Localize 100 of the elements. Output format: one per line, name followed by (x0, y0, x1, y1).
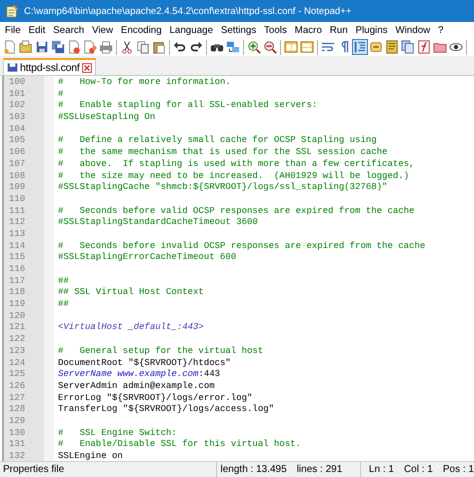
code-line: #SSLStaplingErrorCacheTimeout 600 (58, 252, 236, 264)
menu-item[interactable]: Tools (260, 24, 291, 36)
line-number: 115 (8, 252, 26, 264)
line-number: 123 (8, 346, 26, 358)
line-number: 110 (8, 194, 26, 206)
zoom-in-icon (247, 40, 261, 54)
line-number: 132 (8, 451, 26, 461)
document-map-button[interactable] (384, 39, 400, 55)
line-number: 112 (8, 217, 26, 229)
zoom-out-button[interactable] (262, 39, 278, 55)
undo-icon (173, 40, 187, 54)
menu-item[interactable]: Edit (24, 24, 50, 36)
code-line: # Seconds before invalid OCSP responses are expired from the cache (58, 240, 426, 252)
code-line: #SSLStaplingCache "shmcb:${SRVROOT}/logs/ssl_stapling(32768)" (58, 182, 388, 194)
indent-guide-button[interactable] (352, 39, 368, 55)
sync-vertical-button[interactable] (283, 39, 299, 55)
code-line: # Enable stapling for all SSL-enabled servers: (58, 100, 318, 112)
menu-item[interactable]: Macro (290, 24, 326, 36)
line-number: 121 (8, 322, 26, 334)
function-list-button[interactable] (416, 39, 432, 55)
menu-item[interactable]: Window (391, 24, 434, 36)
line-number: 129 (8, 416, 26, 428)
line-number: 120 (8, 310, 26, 322)
cut-button[interactable] (119, 39, 135, 55)
line-number: 105 (8, 135, 26, 148)
close-tab-icon[interactable] (82, 62, 92, 72)
line-number: 119 (8, 299, 26, 311)
open-file-button[interactable] (18, 39, 34, 55)
line-number: 117 (8, 276, 26, 288)
column-label: Col : 1 (404, 464, 433, 475)
new-file-button[interactable] (2, 39, 18, 55)
code-line: # Define a relatively small cache for OCSP Stapling using (58, 135, 377, 148)
code-line: ## (58, 299, 69, 311)
length-label: length : 13.495 (220, 464, 287, 475)
code-line: # SSL Engine Switch: (58, 428, 177, 440)
code-line: SSLEngine on (58, 451, 123, 461)
sync-horizontal-button[interactable] (299, 39, 315, 55)
code-line: ## SSL Virtual Host Context (58, 287, 204, 300)
menu-item[interactable]: Plugins (352, 24, 392, 36)
code-line: ServerAdmin admin@example.com (58, 380, 215, 393)
code-line: # General setup for the virtual host (58, 346, 264, 358)
document-tab[interactable]: httpd-ssl.conf (3, 58, 96, 75)
line-number: 109 (8, 182, 26, 194)
code-line: #SSLUseStapling On (58, 112, 156, 124)
document-map-icon (385, 40, 399, 54)
code-line: #SSLStaplingStandardCacheTimeout 3600 (58, 217, 258, 229)
copy-button[interactable] (135, 39, 151, 55)
indent-guide-icon (353, 40, 367, 54)
line-number: 113 (8, 228, 26, 241)
code-line: # above. If stapling is used with more than a few certificates, (58, 158, 414, 170)
zoom-in-button[interactable] (246, 39, 262, 55)
file-type-label: Properties file (3, 464, 64, 475)
code-line: DocumentRoot "${SRVROOT}/htdocs" (58, 358, 231, 370)
code-line: # the size may need to be increased. (AH01929 will be logged.) (58, 170, 410, 182)
zoom-out-icon (263, 40, 277, 54)
menu-item[interactable]: Run (326, 24, 352, 36)
line-number: 118 (8, 287, 26, 300)
save-all-button[interactable] (50, 39, 66, 55)
save-button[interactable] (34, 39, 50, 55)
menu-item[interactable]: View (88, 24, 117, 36)
line-position-label: Ln : 1 (368, 464, 394, 475)
window-title: C:\wamp64\bin\apache\apache2.4.54.2\conf\extra\httpd-ssl.conf - Notepad++ (24, 6, 352, 16)
code-line: TransferLog "${SRVROOT}/logs/access.log" (58, 404, 274, 416)
line-number: 130 (8, 428, 26, 440)
line-number: 131 (8, 439, 26, 451)
line-number: 124 (8, 358, 26, 370)
code-line: # (58, 88, 64, 100)
cut-icon (120, 40, 134, 54)
code-line: # How-To for more information. (58, 77, 231, 89)
code-line: # Enable/Disable SSL for this virtual host. (58, 439, 302, 451)
print-button[interactable] (98, 39, 114, 55)
folder-workspace-icon (433, 40, 447, 54)
close-all-button[interactable] (82, 39, 98, 55)
menu-item[interactable]: ? (434, 24, 448, 36)
menu-item[interactable]: Search (49, 24, 88, 36)
line-number: 104 (8, 124, 26, 136)
line-number: 107 (8, 158, 26, 170)
document-list-button[interactable] (400, 39, 416, 55)
line-number: 101 (8, 88, 26, 100)
code-line: # the same mechanism that is used for the SSL session cache (58, 147, 388, 159)
line-number: 122 (8, 334, 26, 346)
word-wrap-icon (321, 40, 335, 54)
line-number: 100 (8, 77, 26, 89)
line-number: 111 (8, 206, 26, 218)
line-number: 102 (8, 100, 26, 112)
position-label: Pos : 1 (442, 464, 474, 475)
code-line: <VirtualHost _default_:443> (58, 322, 204, 334)
menu-item[interactable]: File (1, 24, 25, 36)
line-number: 106 (8, 147, 26, 159)
close-file-button[interactable] (66, 39, 82, 55)
line-number: 127 (8, 392, 26, 404)
app-icon (5, 4, 19, 18)
paste-button[interactable] (151, 39, 167, 55)
line-number: 108 (8, 170, 26, 182)
menu-item[interactable]: Settings (216, 24, 260, 36)
code-line: # Seconds before valid OCSP responses are expired from the cache (58, 206, 414, 218)
lines-label: lines : 291 (296, 464, 342, 475)
line-number: 114 (8, 240, 26, 252)
menu-item[interactable]: Language (166, 24, 217, 36)
menu-item[interactable]: Encoding (116, 24, 166, 36)
